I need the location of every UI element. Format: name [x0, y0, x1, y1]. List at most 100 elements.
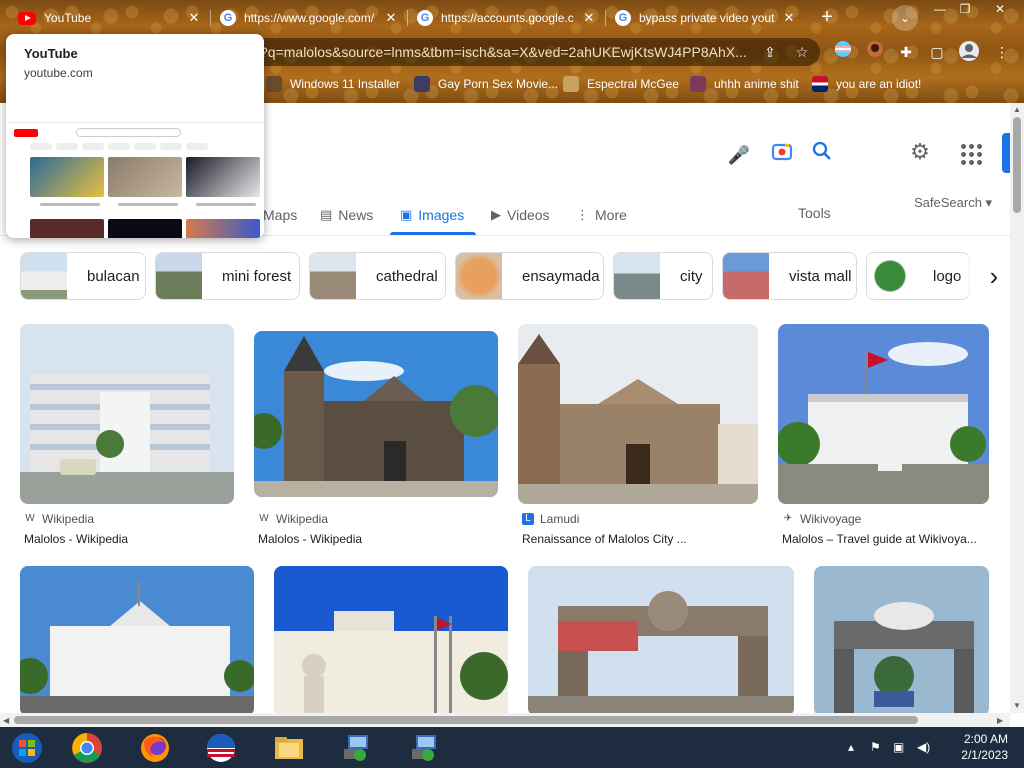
- volume-icon[interactable]: ◀): [917, 740, 930, 754]
- scroll-down-icon[interactable]: ▼: [1013, 701, 1021, 710]
- bookmark-item[interactable]: uhhh anime shit: [690, 74, 799, 94]
- related-chip[interactable]: ensaymada: [455, 252, 604, 300]
- tab-accounts[interactable]: https://accounts.google.c ✕: [409, 4, 605, 32]
- result-source[interactable]: L Lamudi: [522, 512, 579, 526]
- extension-flag-icon[interactable]: [831, 40, 855, 64]
- result-thumbnail[interactable]: [254, 331, 498, 497]
- tab-videos[interactable]: ▶ Videos: [491, 204, 550, 226]
- tab-news[interactable]: ▤ News: [320, 204, 373, 226]
- preview-chip: [186, 143, 208, 150]
- bookmark-star-icon[interactable]: ☆: [790, 40, 814, 64]
- bookmark-item[interactable]: Gay Porn Sex Movie...: [414, 74, 558, 94]
- new-tab-button[interactable]: +: [815, 5, 839, 29]
- result-thumbnail[interactable]: [778, 324, 989, 504]
- scroll-right-icon[interactable]: ▶: [997, 716, 1003, 725]
- tab-maps[interactable]: Maps: [263, 204, 297, 226]
- close-tab-icon[interactable]: ✕: [781, 10, 797, 26]
- safesearch-button[interactable]: SafeSearch ▾: [914, 195, 992, 211]
- result-thumbnail[interactable]: [518, 324, 758, 504]
- tab-separator: [605, 10, 606, 26]
- chip-label: city: [680, 267, 703, 285]
- result-title[interactable]: Malolos - Wikipedia: [24, 532, 234, 546]
- chip-thumbnail: [156, 253, 202, 299]
- related-chip[interactable]: bulacan: [20, 252, 146, 300]
- result-source[interactable]: W Wikipedia: [258, 512, 328, 526]
- account-button[interactable]: [1002, 133, 1010, 173]
- close-tab-icon[interactable]: ✕: [186, 10, 202, 26]
- bookmark-item[interactable]: you are an idiot!: [812, 74, 921, 94]
- scrollbar-thumb[interactable]: [1013, 117, 1021, 213]
- result-thumbnail[interactable]: [20, 324, 234, 504]
- system-clock[interactable]: 2:00 AM 2/1/2023: [946, 731, 1008, 763]
- network-app-icon[interactable]: [340, 731, 374, 765]
- network-icon[interactable]: ▣: [893, 740, 904, 754]
- share-icon[interactable]: ⇪: [758, 40, 782, 64]
- tab-title: YouTube: [44, 11, 92, 25]
- scrollbar-thumb[interactable]: [14, 716, 918, 724]
- result-title[interactable]: Malolos – Travel guide at Wikivoya...: [782, 532, 989, 546]
- address-bar[interactable]: ?q=malolos&source=lnms&tbm=isch&sa=X&ved…: [250, 38, 820, 66]
- tab-search-button[interactable]: ⌄: [892, 5, 918, 31]
- tab-google[interactable]: https://www.google.com/ ✕: [212, 4, 407, 32]
- horizontal-scrollbar[interactable]: ◀ ▶: [0, 713, 1010, 727]
- firefox-taskbar-icon[interactable]: [138, 731, 172, 765]
- related-chip[interactable]: cathedral: [309, 252, 446, 300]
- tools-button[interactable]: Tools: [798, 205, 831, 221]
- action-center-flag-icon[interactable]: ⚑: [870, 740, 881, 754]
- tab-youtube[interactable]: YouTube ✕: [10, 4, 210, 32]
- related-chip[interactable]: vista mall: [722, 252, 857, 300]
- bookmark-item[interactable]: Windows 11 Installer: [266, 74, 400, 94]
- scroll-left-icon[interactable]: ◀: [3, 716, 9, 725]
- chrome-taskbar-icon[interactable]: [70, 731, 104, 765]
- preview-chip: [56, 143, 78, 150]
- close-tab-icon[interactable]: ✕: [383, 10, 399, 26]
- network-app-icon[interactable]: [408, 731, 442, 765]
- side-panel-icon[interactable]: ▢: [925, 40, 949, 64]
- extensions-puzzle-icon[interactable]: ✚: [894, 40, 918, 64]
- scroll-up-icon[interactable]: ▲: [1013, 105, 1021, 114]
- start-button[interactable]: [10, 731, 44, 765]
- result-thumbnail[interactable]: [814, 566, 989, 713]
- tab-images[interactable]: ▣ Images: [400, 204, 464, 226]
- app-taskbar-icon[interactable]: [204, 731, 238, 765]
- tab-label: Videos: [507, 207, 550, 223]
- extension-avatar-icon[interactable]: [863, 40, 887, 64]
- close-tab-icon[interactable]: ✕: [581, 10, 597, 26]
- file-explorer-icon[interactable]: [272, 731, 306, 765]
- bookmark-item[interactable]: Espectral McGee: [563, 74, 679, 94]
- chrome-menu-icon[interactable]: ⋮: [990, 40, 1014, 64]
- installer-icon: [266, 76, 282, 92]
- tab-title: https://www.google.com/: [244, 11, 375, 25]
- result-thumbnail[interactable]: [20, 566, 254, 713]
- chevron-right-icon[interactable]: ›: [972, 248, 1010, 304]
- tab-separator: [407, 10, 408, 26]
- profile-icon[interactable]: [957, 40, 981, 64]
- preview-text: [40, 203, 100, 206]
- result-source[interactable]: ✈ Wikivoyage: [782, 512, 862, 526]
- preview-video: [30, 219, 104, 238]
- settings-gear-icon[interactable]: ⚙: [907, 139, 933, 165]
- result-title[interactable]: Malolos - Wikipedia: [258, 532, 498, 546]
- preview-video: [186, 157, 260, 197]
- bookmark-label: Gay Porn Sex Movie...: [438, 77, 559, 91]
- voice-search-icon[interactable]: 🎤: [725, 141, 753, 169]
- search-icon[interactable]: [808, 141, 836, 169]
- related-chip[interactable]: logo: [866, 252, 970, 300]
- result-thumbnail[interactable]: [274, 566, 508, 713]
- result-thumbnail[interactable]: [528, 566, 794, 713]
- youtube-icon: [18, 11, 36, 25]
- show-hidden-icons-icon[interactable]: ▴: [848, 740, 854, 754]
- restore-button[interactable]: ❐: [950, 0, 980, 18]
- result-source[interactable]: W Wikipedia: [24, 512, 94, 526]
- result-title[interactable]: Renaissance of Malolos City ...: [522, 532, 758, 546]
- anime-icon: [690, 76, 706, 92]
- vertical-scrollbar[interactable]: ▲ ▼: [1010, 103, 1024, 713]
- lens-icon[interactable]: [768, 141, 796, 169]
- tab-more[interactable]: ⋮ More: [576, 204, 627, 226]
- related-chip[interactable]: mini forest: [155, 252, 300, 300]
- source-label: Lamudi: [540, 512, 580, 526]
- google-apps-icon[interactable]: [958, 141, 982, 165]
- close-window-button[interactable]: ✕: [985, 0, 1015, 18]
- tab-bypass[interactable]: bypass private video yout ✕: [607, 4, 805, 32]
- related-chip[interactable]: city: [613, 252, 713, 300]
